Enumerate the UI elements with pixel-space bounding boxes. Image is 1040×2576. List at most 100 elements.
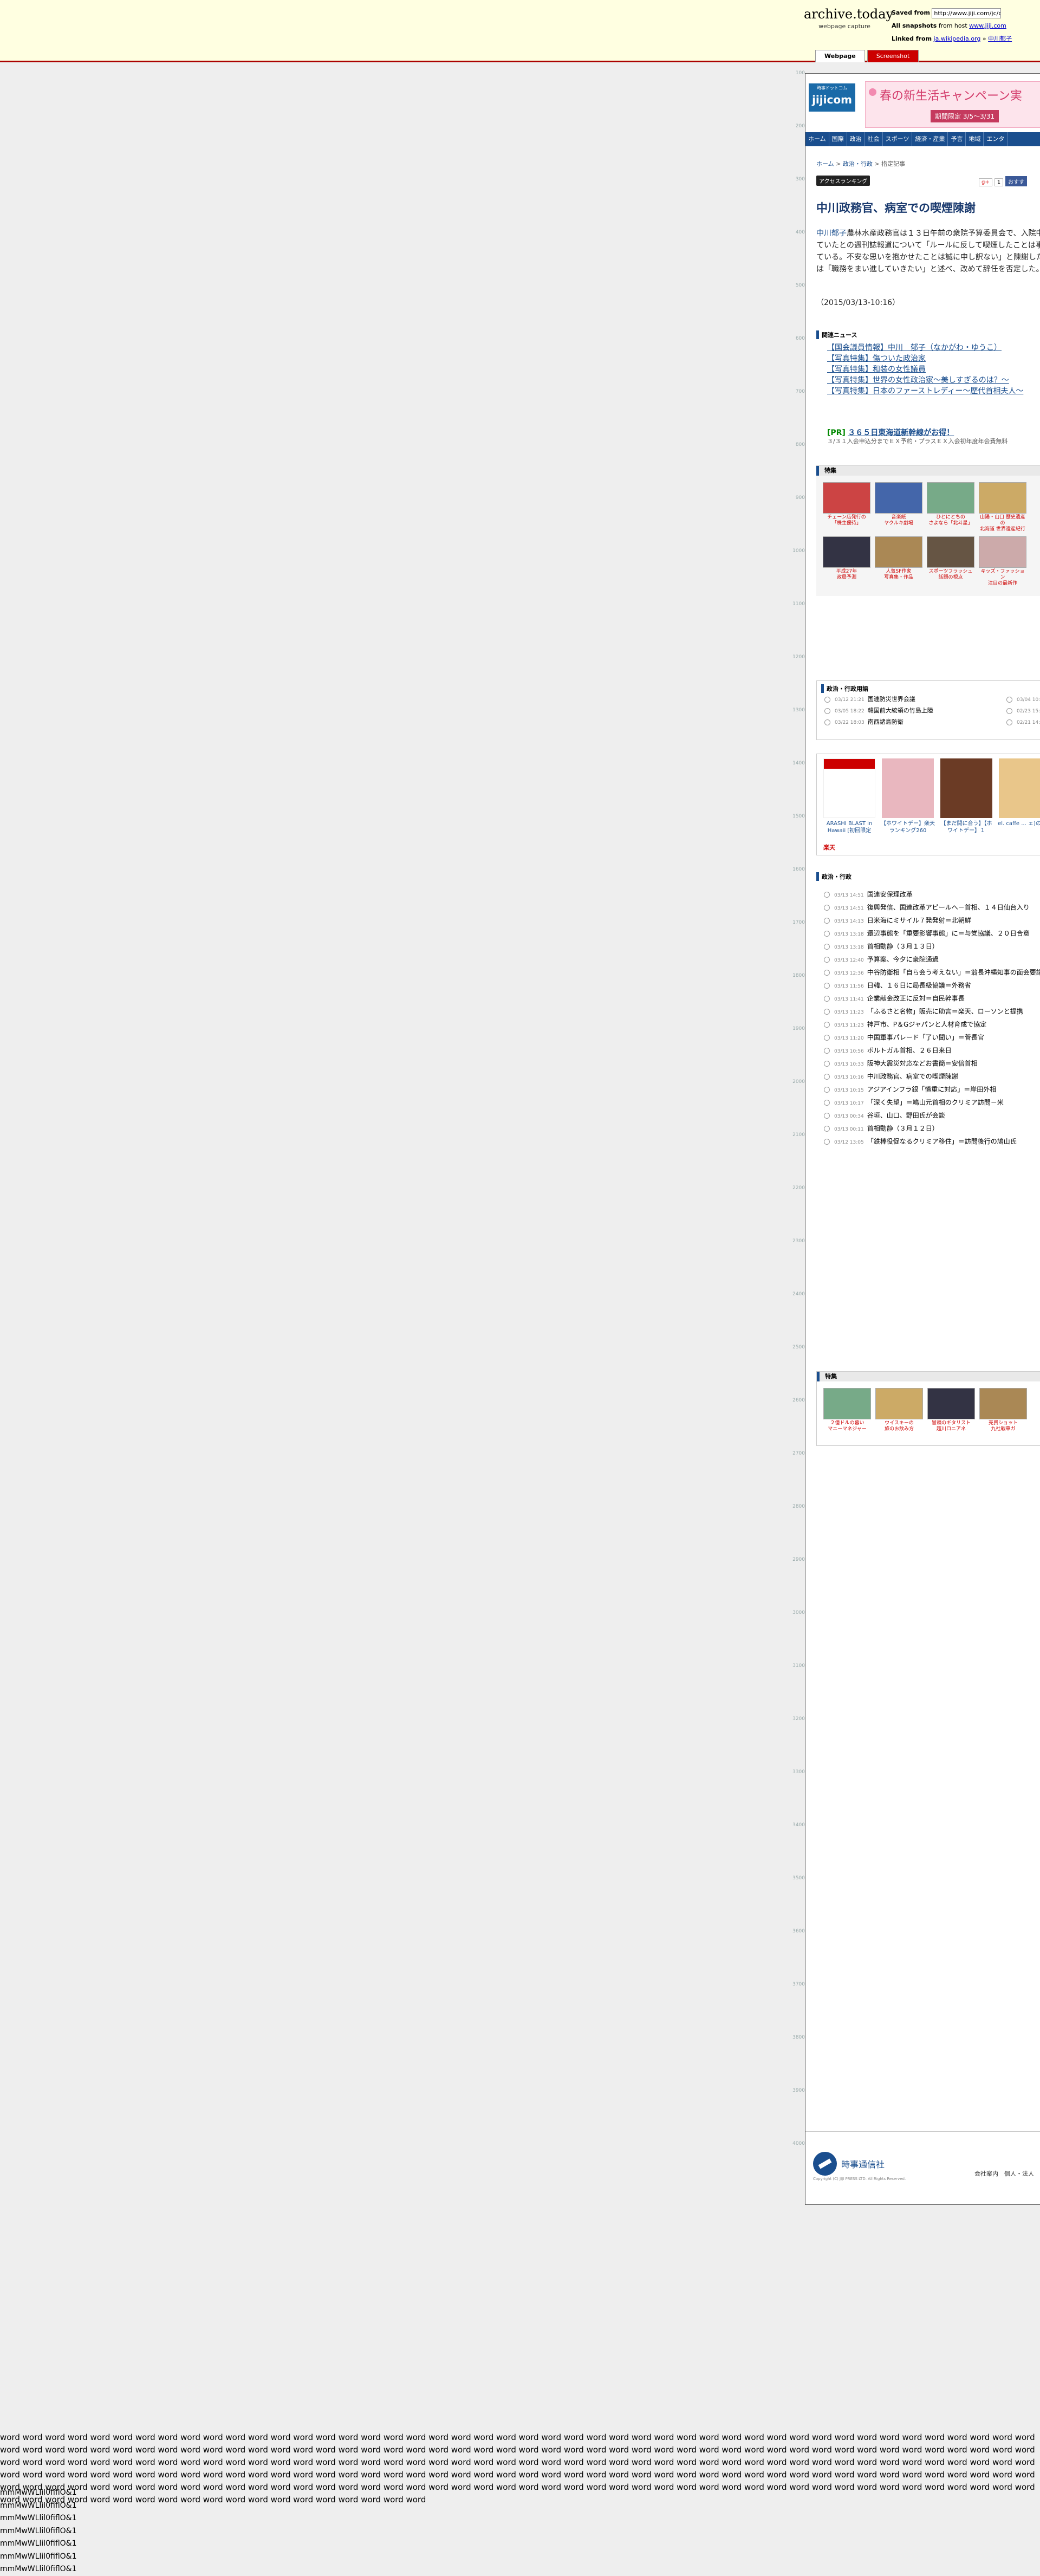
feature-thumb[interactable]: 山陽・山口 歴史遺産の 北海道 世界遺産紀行 xyxy=(979,482,1026,533)
rakuten-logo[interactable]: 楽天 xyxy=(823,843,835,852)
related-link[interactable]: 【写真特集】日本のファーストレディー〜歴代首相夫人〜 xyxy=(827,386,1040,397)
nav-item[interactable]: ホーム xyxy=(805,132,829,146)
breadcrumb-politics[interactable]: 政治・行政 xyxy=(843,160,873,167)
jijicom-logo[interactable]: 時事ドットコム jijicom xyxy=(809,83,855,112)
news-item[interactable]: 03/13 13:18 首相動静（３月１３日） xyxy=(824,940,1040,953)
feature-thumb[interactable]: ２億ドルの暮い マニーマネジャー xyxy=(823,1388,871,1432)
news-item[interactable]: 03/13 12:40 予算案、今夕に衆院通過 xyxy=(824,953,1040,966)
news-title[interactable]: 企業献金改正に反対＝自民幹事長 xyxy=(867,995,965,1002)
news-title[interactable]: 阪神大震災対応などお書簡＝安倍首相 xyxy=(867,1060,978,1067)
news-title[interactable]: 首相動静（３月１２日） xyxy=(867,1125,939,1132)
news-title[interactable]: 神戸市、P＆Gジャパンと人材育成で協定 xyxy=(867,1021,987,1028)
nav-item[interactable]: スポーツ xyxy=(883,132,913,146)
news-title[interactable]: 「鉄棒役促なるクリミア移住」＝訪問後行の鳩山氏 xyxy=(867,1138,1017,1145)
article-person-link[interactable]: 中川郁子 xyxy=(816,229,847,238)
news-item[interactable]: 03/13 11:56 日韓、１６日に局長級協議＝外務省 xyxy=(824,979,1040,992)
news-item[interactable]: 03/12 13:05 「鉄棒役促なるクリミア移住」＝訪問後行の鳩山氏 xyxy=(824,1135,1040,1149)
news-item[interactable]: 02/23 15:45 xyxy=(1006,705,1040,717)
news-item[interactable]: 03/13 10:56 ボルトガル首相、２６日来日 xyxy=(824,1044,1040,1057)
shop-item[interactable]: ARASHI BLAST in Hawaii [初回限定 xyxy=(822,758,876,834)
feature-thumb[interactable]: ウイスキーの 旅のお飲み方 xyxy=(875,1388,923,1432)
news-title[interactable]: 中谷防衛相「自ら会う考えない」＝翁長沖縄知事の面会要請 xyxy=(867,969,1040,976)
linked-from-page-link[interactable]: 中川郁子 xyxy=(988,35,1012,42)
news-title[interactable]: 中国軍事パレード「了い聞い」＝菅長官 xyxy=(867,1034,984,1041)
breadcrumb-home[interactable]: ホーム xyxy=(816,160,834,167)
news-item[interactable]: 03/13 10:15 アジアインフラ銀「慎重に対応」＝岸田外相 xyxy=(824,1083,1040,1096)
shop-item[interactable]: 【ホワイトデー】楽天ランキング260 xyxy=(881,758,935,834)
host-link[interactable]: www.jiji.com xyxy=(969,22,1006,29)
news-item[interactable]: 03/13 10:33 阪神大震災対応などお書簡＝安倍首相 xyxy=(824,1057,1040,1070)
news-item[interactable]: 03/13 00:11 首相動静（３月１２日） xyxy=(824,1122,1040,1135)
linked-from-site-link[interactable]: ja.wikipedia.org xyxy=(934,35,981,42)
news-item[interactable]: 03/13 10:17 「深く失望」＝鳩山元首相のクリミア訪問－米 xyxy=(824,1096,1040,1109)
nav-item[interactable]: エンタ xyxy=(984,132,1008,146)
article-date: （2015/03/13-10:16） xyxy=(816,299,900,307)
google-plus-button[interactable]: g+ xyxy=(979,178,992,186)
news-item[interactable]: 03/13 14:51 復興発信、国連改革アピールへ－首相、１４日仙台入り xyxy=(824,901,1040,914)
news-title[interactable]: 首相動静（３月１３日） xyxy=(867,943,939,950)
campaign-banner[interactable]: 春の新生活キャンペーン実 期間限定 3/5～3/31 xyxy=(865,81,1040,128)
news-title[interactable]: アジアインフラ銀「慎重に対応」＝岸田外相 xyxy=(867,1086,997,1093)
related-link[interactable]: 【国会議員情報】中川 郁子（なかがわ・ゆうこ） xyxy=(827,342,1040,353)
nav-item[interactable]: 国際 xyxy=(829,132,847,146)
shop-item[interactable]: el. caffe ... ェ)のレア xyxy=(998,758,1040,827)
news-item[interactable]: 03/13 10:16 中川政務官、病室での喫煙陳謝 xyxy=(824,1070,1040,1083)
news-title[interactable]: 「深く失望」＝鳩山元首相のクリミア訪問－米 xyxy=(867,1099,1004,1106)
related-link[interactable]: 【写真特集】和装の女性議員 xyxy=(827,364,1040,375)
news-item[interactable]: 03/13 14:13 日米海にミサイル７発発射＝北朝鮮 xyxy=(824,914,1040,927)
feature-thumb[interactable]: 冒頭のギタリスト 超川ロニアネ xyxy=(927,1388,975,1432)
feature-thumb[interactable]: 人気SF作家 写真集・作品 xyxy=(875,536,922,581)
shop-item[interactable]: 【まだ間に合う】【ホワイトデー】１ xyxy=(939,758,993,834)
feature-thumb[interactable]: チェーン店発行の 「株主優待」 xyxy=(823,482,870,527)
feature-thumb[interactable]: ひとにとちの さよなら「北斗星」 xyxy=(927,482,974,527)
news-item[interactable]: 03/13 11:23 「ふるさと名物」販売に助言＝楽天、ローソンと提携 xyxy=(824,1005,1040,1018)
archive-logo[interactable]: archive.today webpage capture xyxy=(804,7,893,30)
news-item[interactable]: 03/13 11:20 中国軍事パレード「了い聞い」＝菅長官 xyxy=(824,1031,1040,1044)
nav-item[interactable]: 地域 xyxy=(966,132,984,146)
feature-thumb[interactable]: 音楽紙 ヤクルキ劇場 xyxy=(875,482,922,527)
news-title[interactable]: 国連安保理改革 xyxy=(867,891,913,898)
news-title[interactable]: 還辺事態を「重要影響事態」に＝与党協議、２０日合意 xyxy=(867,930,1030,937)
nav-item[interactable]: 経済・産業 xyxy=(912,132,948,146)
access-ranking-button[interactable]: アクセスランキング xyxy=(816,176,870,186)
pr-link[interactable]: ３６５日東海道新幹線がお得！ xyxy=(848,429,954,437)
facebook-recommend-button[interactable]: おすす xyxy=(1005,176,1028,186)
saved-from-url-field[interactable]: http://www.jiji.com/jc/c?g=po xyxy=(932,8,1002,18)
news-item[interactable]: 03/13 00:34 谷垣、山口、野田氏が会談 xyxy=(824,1109,1040,1122)
feature-thumb[interactable]: 平成27年 政局予測 xyxy=(823,536,870,581)
news-item[interactable]: 03/13 11:41 企業献金改正に反対＝自民幹事長 xyxy=(824,992,1040,1005)
nav-item[interactable]: 社会 xyxy=(865,132,883,146)
news-item[interactable]: 03/13 13:18 還辺事態を「重要影響事態」に＝与党協議、２０日合意 xyxy=(824,927,1040,940)
news-title[interactable]: ボルトガル首相、２６日来日 xyxy=(867,1047,952,1054)
news-item[interactable]: 02/21 14:45 xyxy=(1006,717,1040,728)
news-item[interactable]: 03/12 21:21 国連防災世界会議 xyxy=(824,694,933,705)
news-title[interactable]: 予算案、今夕に衆院通過 xyxy=(867,956,939,963)
tab-screenshot[interactable]: Screenshot xyxy=(867,50,919,62)
news-title[interactable]: 「ふるさと名物」販売に助言＝楽天、ローソンと提携 xyxy=(867,1008,1023,1015)
news-item[interactable]: 03/13 14:51 国連安保理改革 xyxy=(824,888,1040,901)
news-item[interactable]: 03/13 12:36 中谷防衛相「自ら会う考えない」＝翁長沖縄知事の面会要請 xyxy=(824,966,1040,979)
news-item[interactable]: 03/22 18:03 南西諸島防衛 xyxy=(824,717,933,728)
news-title[interactable]: 国連防災世界会議 xyxy=(868,696,915,703)
news-title[interactable]: 中川政務官、病室での喫煙陳謝 xyxy=(867,1073,958,1080)
news-title[interactable]: 日韓、１６日に局長級協議＝外務省 xyxy=(867,982,971,989)
news-title[interactable]: 韓国前大統領の竹島上陸 xyxy=(868,707,933,714)
news-item[interactable]: 03/04 10:35 xyxy=(1006,694,1040,705)
related-link[interactable]: 【写真特集】傷ついた政治家 xyxy=(827,353,1040,364)
tab-webpage[interactable]: Webpage xyxy=(815,50,865,62)
news-title[interactable]: 谷垣、山口、野田氏が会談 xyxy=(867,1112,945,1119)
news-item[interactable]: 03/05 18:22 韓国前大統領の竹島上陸 xyxy=(824,705,933,717)
feature-thumb[interactable]: スポーツフラッシュ 話題の視点 xyxy=(927,536,974,581)
news-title[interactable]: 日米海にミサイル７発発射＝北朝鮮 xyxy=(867,917,971,924)
footer-logo[interactable]: 時事通信社 xyxy=(813,2152,885,2176)
feature-thumb[interactable]: 売買ショット 九社戦車ガ xyxy=(979,1388,1027,1432)
related-link[interactable]: 【写真特集】世界の女性政治家〜美しすぎるのは？〜 xyxy=(827,375,1040,386)
news-title[interactable]: 復興発信、国連改革アピールへ－首相、１４日仙台入り xyxy=(867,904,1030,911)
footer-links[interactable]: 会社案内 個人・法人 xyxy=(974,2169,1034,2178)
archive-title[interactable]: archive.today xyxy=(804,7,893,22)
news-title[interactable]: 南西諸島防衛 xyxy=(868,718,903,725)
feature-thumb[interactable]: キッズ・ファッション 注目の最新作 xyxy=(979,536,1026,587)
nav-item[interactable]: 予言 xyxy=(948,132,966,146)
news-item[interactable]: 03/13 11:23 神戸市、P＆Gジャパンと人材育成で協定 xyxy=(824,1018,1040,1031)
nav-item[interactable]: 政治 xyxy=(847,132,865,146)
